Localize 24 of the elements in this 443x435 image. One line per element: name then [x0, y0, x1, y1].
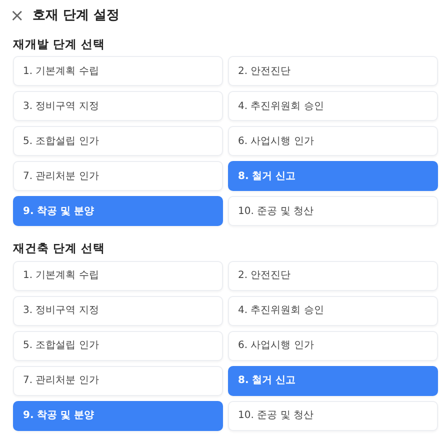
close-button[interactable]: × — [8, 8, 26, 24]
stage-option[interactable]: 7. 관리처분 인가 — [13, 161, 223, 192]
stage-option[interactable]: 4. 추진위원회 승인 — [228, 296, 438, 326]
stage-option[interactable]: 9. 착공 및 분양 — [13, 196, 223, 226]
stage-option[interactable]: 2. 안전진단 — [228, 56, 438, 86]
stage-option[interactable]: 5. 조합설립 인가 — [13, 330, 223, 360]
stage-option[interactable]: 2. 안전진단 — [228, 260, 438, 290]
stage-option[interactable]: 6. 사업시행 인가 — [228, 126, 438, 156]
section-title: 재개발 단계 선택 — [13, 36, 106, 53]
stage-option[interactable]: 1. 기본계획 수립 — [13, 56, 223, 86]
stage-option[interactable]: 10. 준공 및 청산 — [228, 400, 438, 430]
section-title: 재건축 단계 선택 — [13, 240, 106, 258]
stage-option[interactable]: 4. 추진위원회 승인 — [228, 91, 438, 122]
stage-option[interactable]: 8. 철거 신고 — [228, 161, 438, 192]
dialog-title: 호재 단계 설정 — [32, 7, 120, 26]
stage-option[interactable]: 6. 사업시행 인가 — [228, 330, 438, 360]
stage-option[interactable]: 7. 관리처분 인가 — [13, 366, 223, 396]
stage-option[interactable]: 10. 준공 및 청산 — [228, 196, 438, 226]
stage-option[interactable]: 1. 기본계획 수립 — [13, 260, 223, 290]
stage-option[interactable]: 9. 착공 및 분양 — [13, 400, 223, 430]
stage-option[interactable]: 8. 철거 신고 — [228, 366, 438, 396]
stage-option[interactable]: 5. 조합설립 인가 — [13, 126, 223, 156]
stage-option[interactable]: 3. 정비구역 지정 — [13, 296, 223, 326]
stage-option[interactable]: 3. 정비구역 지정 — [13, 91, 223, 122]
